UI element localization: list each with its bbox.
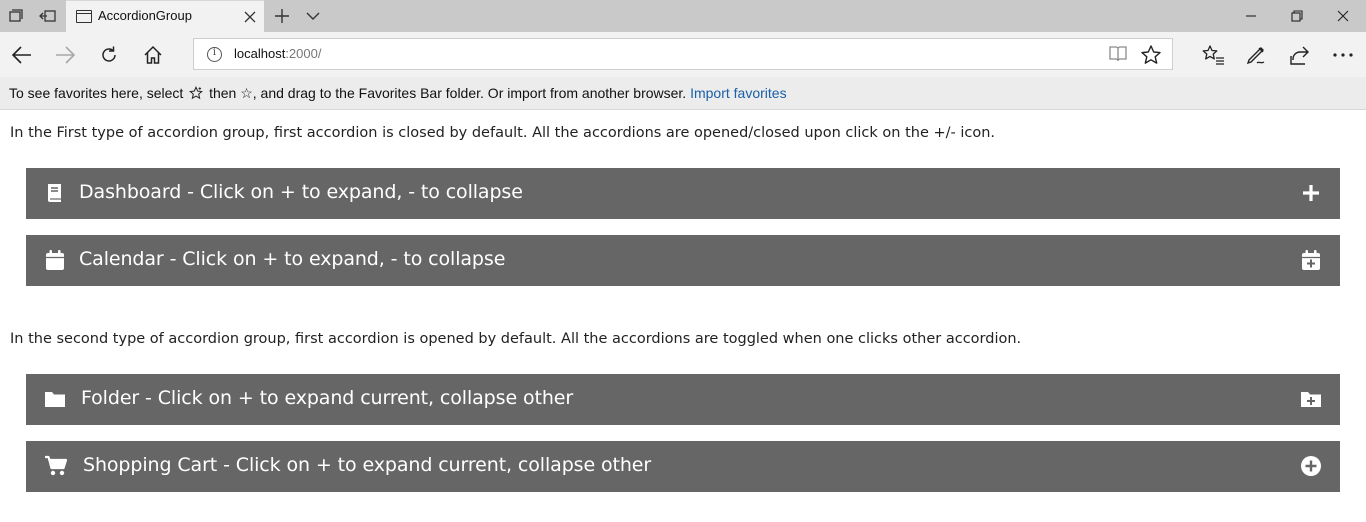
accordion-shopping-cart[interactable]: Shopping Cart - Click on + to expand cur…: [26, 441, 1340, 492]
tab-accordion-group[interactable]: AccordionGroup: [66, 0, 264, 32]
home-icon[interactable]: [138, 40, 168, 70]
favorites-star-inline-icon: [189, 86, 204, 100]
accordion-folder[interactable]: Folder - Click on + to expand current, c…: [26, 374, 1340, 425]
tab-strip: AccordionGroup: [0, 0, 1366, 32]
plus-icon[interactable]: [1300, 182, 1322, 204]
accordion-dashboard[interactable]: Dashboard - Click on + to expand, - to c…: [26, 168, 1340, 219]
accordion-label: Dashboard - Click on + to expand, - to c…: [79, 181, 523, 203]
pen-icon[interactable]: [1241, 40, 1271, 70]
url-text[interactable]: localhost:2000/: [234, 46, 321, 61]
set-tabs-aside-icon[interactable]: [32, 0, 64, 32]
add-favorite-star-icon[interactable]: [1140, 44, 1162, 66]
forward-arrow-icon[interactable]: [50, 40, 80, 70]
group2-description: In the second type of accordion group, f…: [10, 331, 1022, 347]
folder-icon: [44, 388, 66, 410]
new-tab-icon[interactable]: [272, 6, 292, 26]
share-icon[interactable]: [1284, 40, 1314, 70]
accordion-label: Shopping Cart - Click on + to expand cur…: [83, 454, 652, 476]
accordion-calendar[interactable]: Calendar - Click on + to expand, - to co…: [26, 235, 1340, 286]
restore-icon[interactable]: [1274, 0, 1320, 32]
tab-list-icon[interactable]: [0, 0, 32, 32]
close-tab-icon[interactable]: [242, 9, 258, 25]
reading-view-icon[interactable]: [1108, 45, 1128, 63]
folder-plus-icon[interactable]: [1300, 388, 1322, 410]
refresh-icon[interactable]: [94, 40, 124, 70]
plus-circle-icon[interactable]: [1300, 455, 1322, 477]
address-bar[interactable]: localhost:2000/: [193, 38, 1173, 70]
minimize-icon[interactable]: [1228, 0, 1274, 32]
more-options-icon[interactable]: [1328, 40, 1358, 70]
site-info-icon[interactable]: [207, 47, 222, 62]
favorites-bar: To see favorites here, select then ☆, an…: [0, 77, 1366, 110]
accordion-label: Calendar - Click on + to expand, - to co…: [79, 248, 506, 270]
favorites-hub-icon[interactable]: [1198, 40, 1228, 70]
calendar-plus-icon[interactable]: [1300, 249, 1322, 271]
close-window-icon[interactable]: [1320, 0, 1366, 32]
group1-description: In the First type of accordion group, fi…: [10, 125, 996, 141]
shopping-cart-icon: [44, 455, 68, 477]
import-favorites-link[interactable]: Import favorites: [690, 85, 786, 101]
calendar-icon: [44, 249, 66, 271]
accordion-label: Folder - Click on + to expand current, c…: [81, 387, 574, 409]
back-arrow-icon[interactable]: [7, 40, 37, 70]
chevron-down-icon[interactable]: [304, 8, 322, 24]
favorites-bar-message: To see favorites here, select then ☆, an…: [9, 85, 787, 101]
book-icon: [44, 182, 66, 204]
page-favicon-icon: [76, 10, 92, 23]
tab-title: AccordionGroup: [98, 8, 192, 23]
